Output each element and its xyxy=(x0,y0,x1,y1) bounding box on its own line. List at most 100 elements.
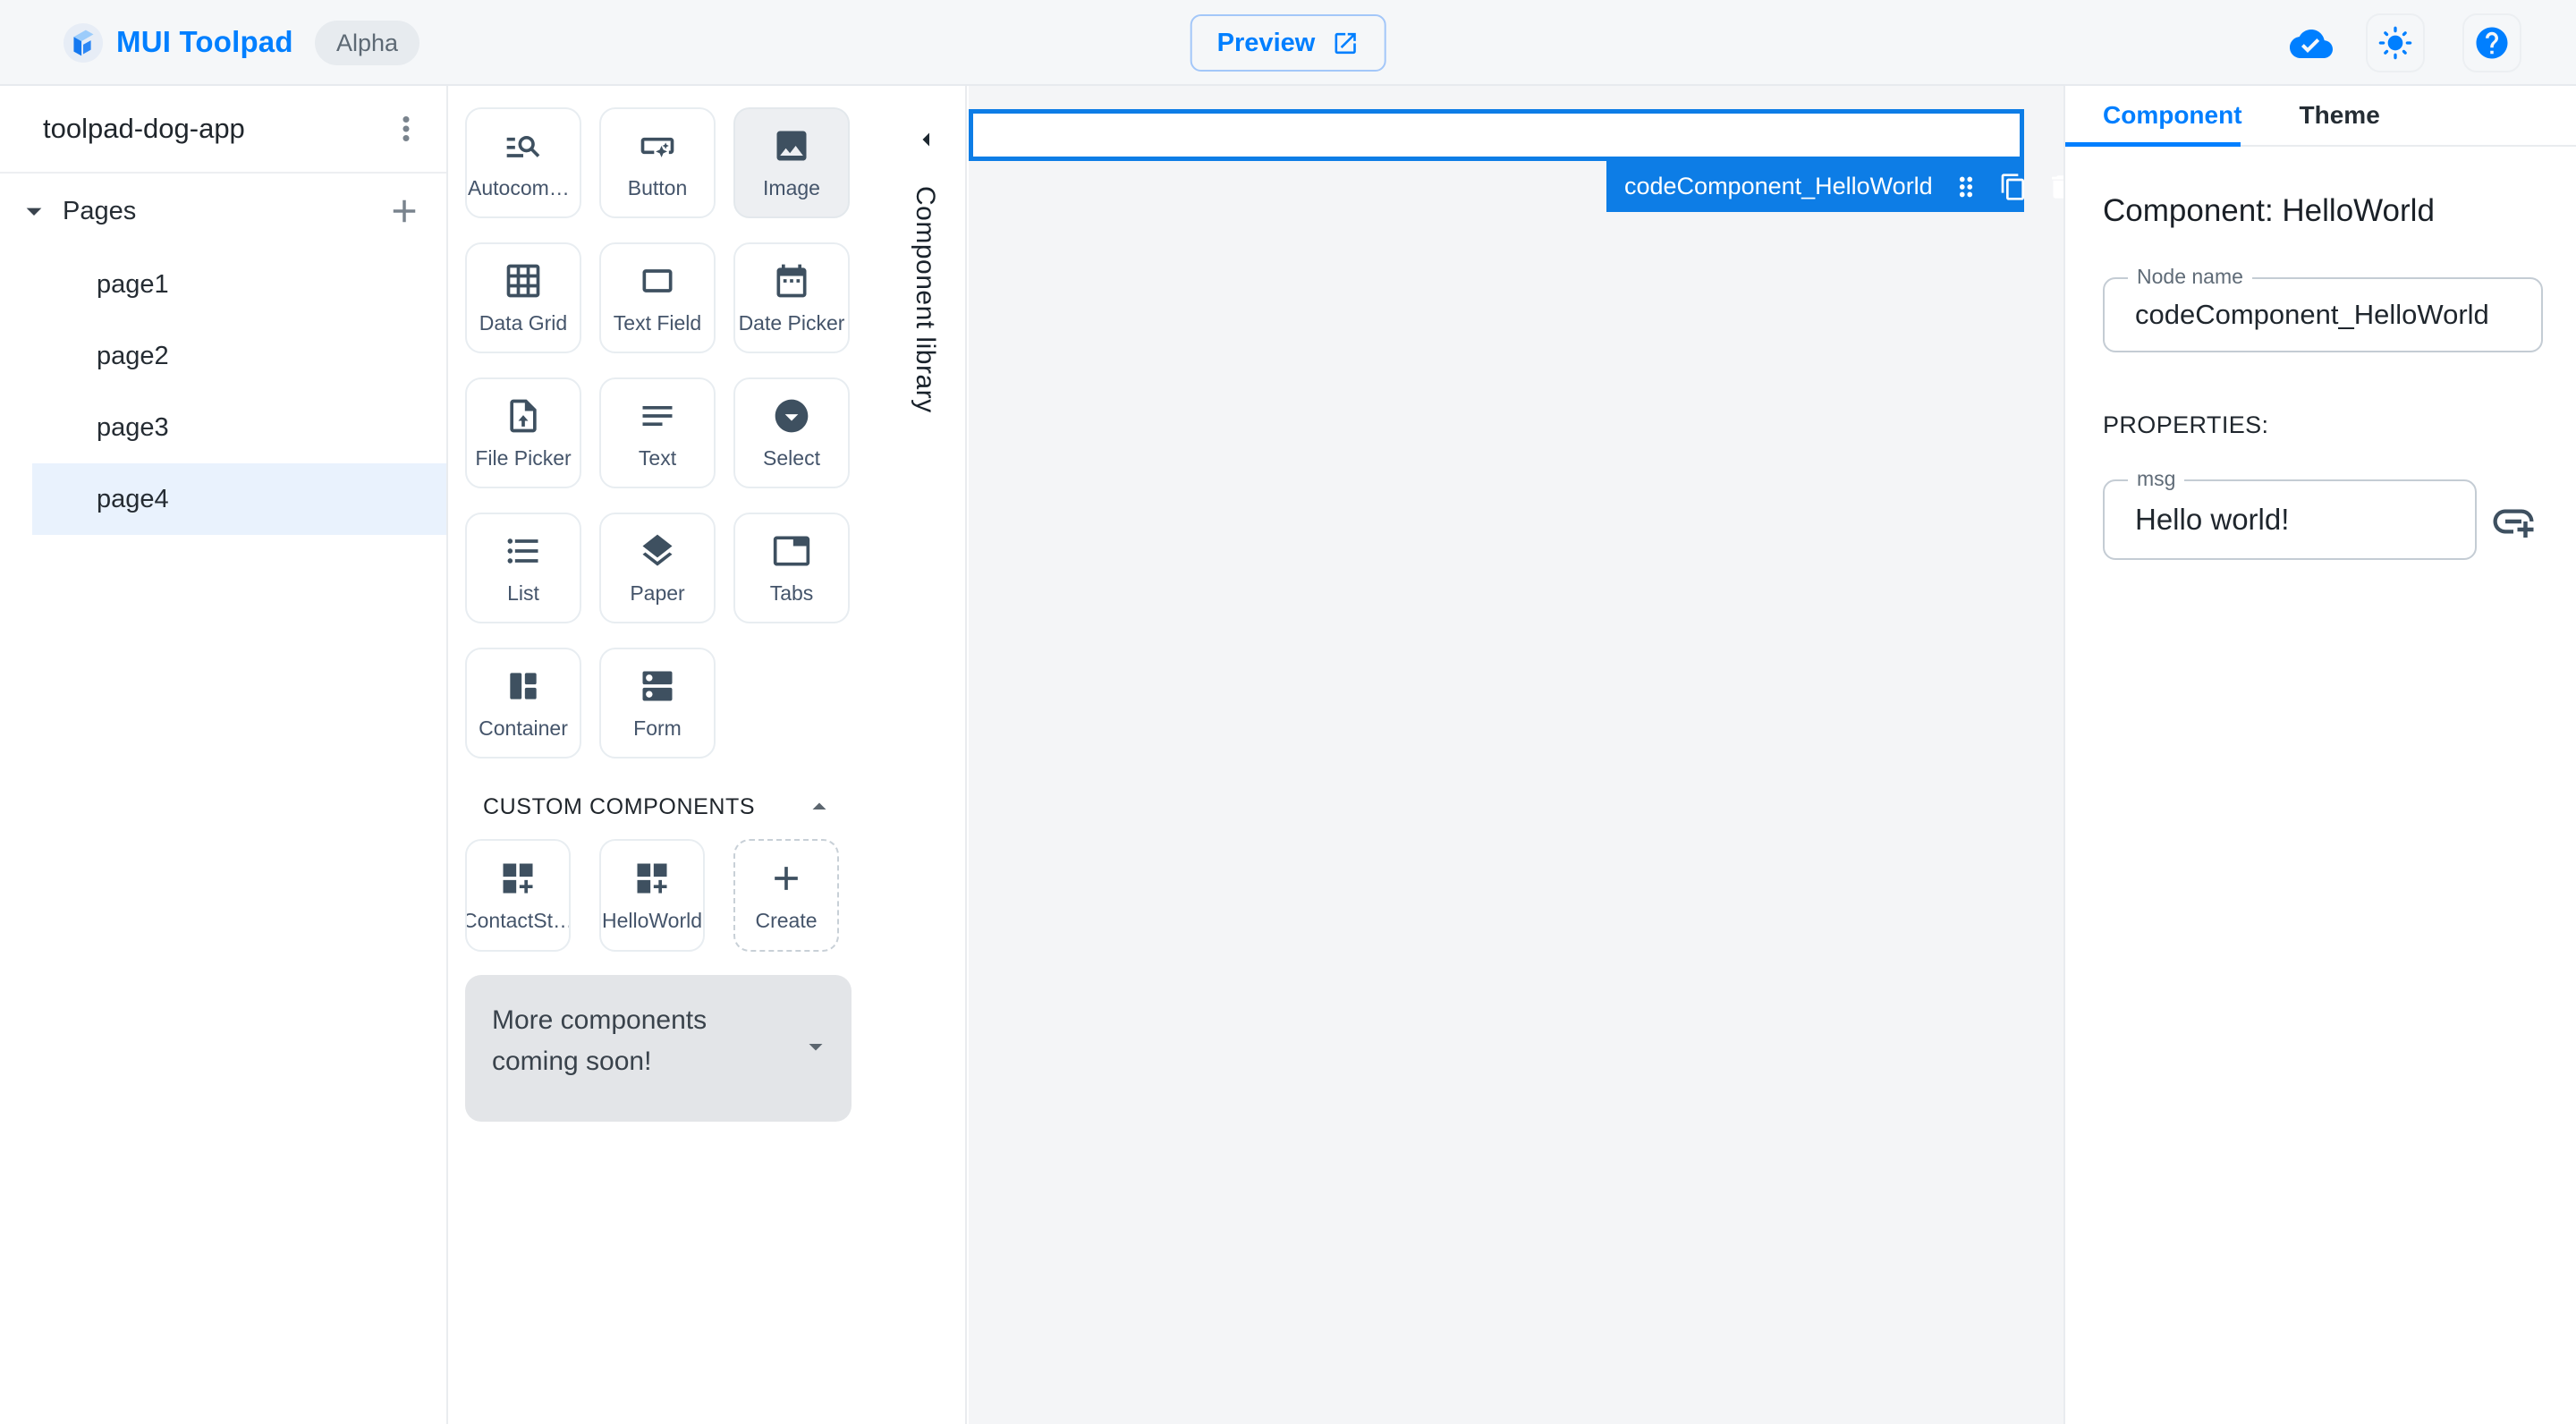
msg-field-value[interactable]: Hello world! xyxy=(2105,481,2475,558)
component-tile-autocomplete[interactable]: Autocomplete xyxy=(465,107,581,218)
inspector-heading: Component: HelloWorld xyxy=(2103,193,2435,228)
custom-tile-helloworld[interactable]: HelloWorld xyxy=(599,839,705,952)
component-tile-select[interactable]: Select xyxy=(733,377,850,488)
component-tile-label: List xyxy=(507,581,539,605)
app-title: MUI Toolpad xyxy=(116,25,293,58)
custom-tile-label: ContactSta… xyxy=(465,908,569,932)
component-tile-form[interactable]: Form xyxy=(599,648,716,759)
component-tile-button[interactable]: Button xyxy=(599,107,716,218)
component-tile-label: Container xyxy=(479,716,568,740)
component-tile-label: Text Field xyxy=(613,310,702,335)
cloud-done-icon xyxy=(2290,22,2333,65)
smart-button-icon xyxy=(638,126,677,165)
light-mode-icon xyxy=(2377,25,2413,61)
component-tile-list[interactable]: List xyxy=(465,513,581,623)
dropdown-circle-icon xyxy=(772,396,811,436)
selected-component[interactable] xyxy=(969,109,2024,161)
component-tiles: Autocomplete Button Image Data Grid Text… xyxy=(465,107,850,759)
component-tile-container[interactable]: Container xyxy=(465,648,581,759)
dashboard-customize-icon xyxy=(632,859,672,898)
component-tile-data-grid[interactable]: Data Grid xyxy=(465,242,581,353)
selection-toolbar: codeComponent_HelloWorld xyxy=(1606,161,2070,212)
theme-toggle-button[interactable] xyxy=(2366,13,2425,72)
create-component-button[interactable]: Create xyxy=(733,839,839,952)
component-tile-date-picker[interactable]: Date Picker xyxy=(733,242,850,353)
help-button[interactable] xyxy=(2462,13,2521,72)
active-tab-indicator xyxy=(2065,142,2241,147)
stacked-rows-icon xyxy=(638,666,677,706)
app-header: MUI Toolpad Alpha Preview xyxy=(0,0,2576,86)
drag-handle-icon[interactable] xyxy=(1951,172,1981,202)
component-library-panel-label: Component library xyxy=(911,186,940,413)
version-badge: Alpha xyxy=(315,21,420,65)
msg-property-field[interactable]: msg Hello world! xyxy=(2103,467,2477,560)
component-tile-paper[interactable]: Paper xyxy=(599,513,716,623)
tab-icon xyxy=(772,531,811,571)
bulleted-list-icon xyxy=(504,531,543,571)
collapse-pages-icon[interactable] xyxy=(16,193,52,229)
sidebar-item-page3[interactable]: page3 xyxy=(0,392,446,463)
custom-components-section-header[interactable]: CUSTOM COMPONENTS xyxy=(483,791,835,823)
component-tile-image[interactable]: Image xyxy=(733,107,850,218)
properties-section-label: PROPERTIES: xyxy=(2103,411,2269,438)
sidebar-item-page1[interactable]: page1 xyxy=(0,249,446,320)
sidebar-item-page2[interactable]: page2 xyxy=(0,320,446,392)
preview-button[interactable]: Preview xyxy=(1190,14,1386,72)
copy-icon[interactable] xyxy=(1999,173,2028,201)
grid-on-icon xyxy=(504,261,543,301)
add-page-button[interactable] xyxy=(386,192,423,230)
manage-search-icon xyxy=(504,126,543,165)
pages-list: page1 page2 page3 page4 xyxy=(0,249,446,535)
rectangle-outline-icon xyxy=(638,261,677,301)
custom-components-label: CUSTOM COMPONENTS xyxy=(483,793,756,819)
toolpad-logo-icon xyxy=(63,22,104,64)
tab-component[interactable]: Component xyxy=(2103,101,2242,130)
component-tile-label: File Picker xyxy=(475,445,572,470)
pages-section-header: Pages xyxy=(0,174,446,249)
plus-icon xyxy=(767,859,806,898)
project-menu-button[interactable] xyxy=(387,110,425,148)
msg-field-label: msg xyxy=(2128,467,2185,491)
coming-soon-expander[interactable]: More components coming soon! xyxy=(465,975,852,1122)
inspector-tabs: Component Theme xyxy=(2065,86,2576,147)
component-tile-text[interactable]: Text xyxy=(599,377,716,488)
image-icon xyxy=(772,126,811,165)
component-tile-label: Form xyxy=(633,716,682,740)
text-lines-icon xyxy=(638,396,677,436)
component-tile-label: Button xyxy=(627,175,688,199)
pages-section-label: Pages xyxy=(63,196,137,225)
project-name: toolpad-dog-app xyxy=(43,113,245,144)
component-tile-label: Data Grid xyxy=(479,310,568,335)
component-tile-label: Tabs xyxy=(769,581,814,605)
selected-node-label: codeComponent_HelloWorld xyxy=(1624,173,1933,199)
custom-tile-label: HelloWorld xyxy=(601,908,703,932)
coming-soon-text: More components coming soon! xyxy=(492,1005,708,1076)
bind-property-button[interactable] xyxy=(2489,497,2538,546)
component-tile-label: Date Picker xyxy=(738,310,845,335)
sidebar-item-page4[interactable]: page4 xyxy=(32,463,446,535)
project-row: toolpad-dog-app xyxy=(0,86,446,174)
component-tile-tabs[interactable]: Tabs xyxy=(733,513,850,623)
chevron-up-icon xyxy=(803,791,835,823)
container-columns-icon xyxy=(504,666,543,706)
node-name-field-value[interactable]: codeComponent_HelloWorld xyxy=(2105,279,2541,351)
dashboard-customize-icon xyxy=(498,859,538,898)
open-in-new-icon xyxy=(1331,30,1359,57)
component-tile-label: Select xyxy=(763,445,820,470)
explorer-sidebar: toolpad-dog-app Pages page1 page2 page3 … xyxy=(0,86,448,1424)
component-tile-label: Paper xyxy=(630,581,685,605)
node-name-field[interactable]: Node name codeComponent_HelloWorld xyxy=(2103,265,2543,352)
calendar-icon xyxy=(772,261,811,301)
component-tile-label: Image xyxy=(763,175,820,199)
inspector-panel: Component Theme Component: HelloWorld No… xyxy=(2063,86,2576,1424)
component-tile-label: Autocomplete xyxy=(468,175,579,199)
upload-file-icon xyxy=(504,396,543,436)
node-name-field-label: Node name xyxy=(2128,265,2252,289)
component-tile-text-field[interactable]: Text Field xyxy=(599,242,716,353)
tab-theme[interactable]: Theme xyxy=(2300,101,2380,130)
collapse-library-icon[interactable] xyxy=(911,123,943,156)
custom-tile-contactsta[interactable]: ContactSta… xyxy=(465,839,571,952)
layers-icon xyxy=(638,531,677,571)
component-tile-file-picker[interactable]: File Picker xyxy=(465,377,581,488)
page-canvas[interactable]: codeComponent_HelloWorld xyxy=(969,86,2070,1424)
